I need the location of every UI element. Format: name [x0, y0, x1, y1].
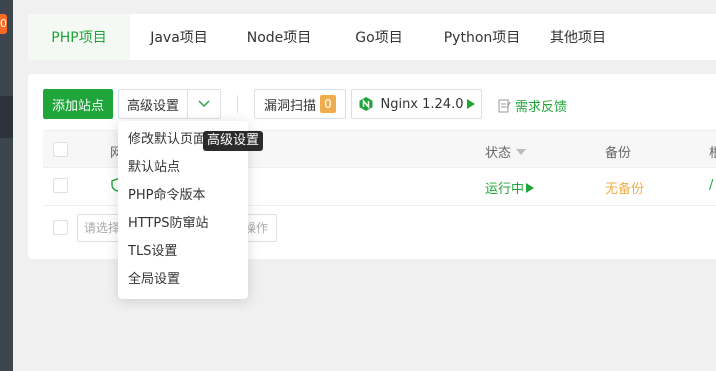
play-icon — [526, 182, 535, 193]
header-backup: 备份 — [605, 146, 632, 161]
notification-badge: 0 — [0, 14, 7, 34]
status-running[interactable]: 运行中 — [485, 178, 535, 197]
menu-item-global-settings[interactable]: 全局设置 — [118, 266, 248, 294]
chevron-down-icon — [198, 100, 210, 107]
sort-down-icon — [516, 148, 527, 155]
header-status[interactable]: 状态 — [485, 142, 527, 161]
menu-item-default-site[interactable]: 默认站点 — [118, 154, 248, 182]
tab-other[interactable]: 其他项目 — [536, 14, 620, 60]
menu-item-php-cli-version[interactable]: PHP命令版本 — [118, 182, 248, 210]
root-path-link[interactable]: / — [709, 178, 713, 193]
feedback-label: 需求反馈 — [515, 100, 568, 115]
tooltip: 高级设置 — [203, 131, 264, 151]
add-site-button[interactable]: 添加站点 — [43, 89, 113, 119]
project-tabs: PHP项目 Java项目 Node项目 Go项目 Python项目 其他项目 — [28, 14, 716, 60]
feedback-link[interactable]: 需求反馈 — [498, 96, 567, 115]
tab-java[interactable]: Java项目 — [130, 14, 228, 60]
edit-icon — [498, 99, 511, 112]
menu-item-tls-settings[interactable]: TLS设置 — [118, 238, 248, 266]
advanced-settings-button[interactable]: 高级设置 — [118, 89, 188, 119]
toolbar-divider — [237, 95, 238, 113]
bulk-select-checkbox[interactable] — [53, 220, 68, 235]
vuln-scan-label: 漏洞扫描 — [263, 98, 316, 114]
nginx-version-button[interactable]: Nginx 1.24.0 — [351, 89, 482, 119]
backup-status[interactable]: 无备份 — [605, 178, 644, 197]
nginx-version-label: Nginx 1.24.0 — [380, 96, 464, 112]
advanced-dropdown-toggle[interactable] — [187, 89, 221, 119]
header-status-label: 状态 — [485, 146, 512, 161]
nginx-logo-icon — [359, 97, 373, 111]
sidebar-active-item[interactable] — [0, 96, 13, 138]
header-root: 根 — [709, 146, 716, 161]
tab-php[interactable]: PHP项目 — [28, 14, 130, 60]
tab-go[interactable]: Go项目 — [330, 14, 428, 60]
tab-python[interactable]: Python项目 — [428, 14, 536, 60]
play-icon — [466, 99, 475, 109]
vuln-count-badge: 0 — [320, 95, 336, 113]
status-running-label: 运行中 — [485, 182, 525, 197]
row-checkbox[interactable] — [53, 178, 68, 193]
select-all-checkbox[interactable] — [53, 142, 68, 157]
vuln-scan-button[interactable]: 漏洞扫描 0 — [254, 89, 346, 119]
menu-item-https-anti-hijack[interactable]: HTTPS防窜站 — [118, 210, 248, 238]
sidebar: 0 — [0, 0, 13, 371]
tab-node[interactable]: Node项目 — [228, 14, 330, 60]
